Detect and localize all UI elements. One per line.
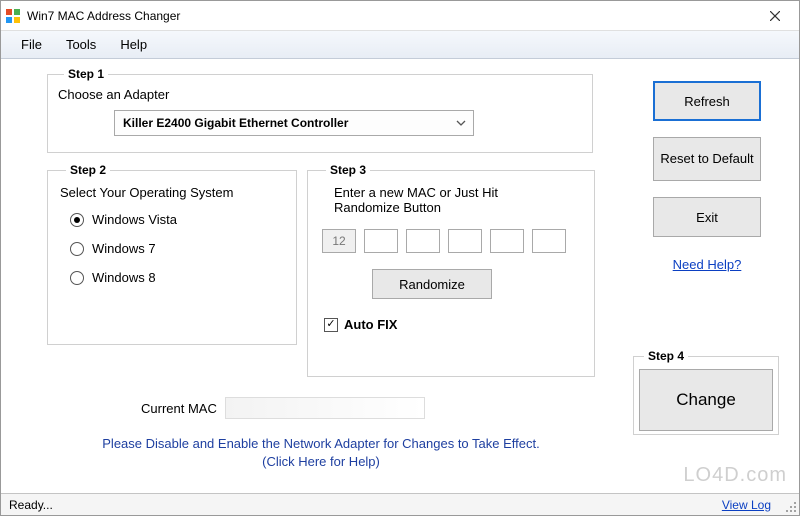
exit-button[interactable]: Exit [653,197,761,237]
radio-vista[interactable]: Windows Vista [70,212,284,227]
side-buttons: Refresh Reset to Default Exit Need Help? [653,81,761,272]
radio-win7[interactable]: Windows 7 [70,241,284,256]
step1-group: Step 1 Choose an Adapter Killer E2400 Gi… [47,67,593,153]
step1-label: Choose an Adapter [58,87,582,102]
current-mac-label: Current MAC [141,401,217,416]
mac-octet-6[interactable] [532,229,566,253]
mac-octet-4[interactable] [448,229,482,253]
mac-octet-1[interactable]: 12 [322,229,356,253]
app-icon [5,8,21,24]
titlebar: Win7 MAC Address Changer [1,1,799,31]
hint-text[interactable]: Please Disable and Enable the Network Ad… [41,435,601,471]
randomize-button[interactable]: Randomize [372,269,492,299]
watermark: LO4D.com [683,464,787,487]
client-area: Step 1 Choose an Adapter Killer E2400 Gi… [1,59,799,515]
step4-legend: Step 4 [644,349,688,363]
mac-octet-2[interactable] [364,229,398,253]
change-button[interactable]: Change [639,369,773,431]
chevron-down-icon [455,117,467,129]
autofix-checkbox[interactable]: ✓ Auto FIX [324,317,582,332]
radio-win8-label: Windows 8 [92,270,156,285]
close-button[interactable] [755,2,795,30]
current-mac-row: Current MAC [141,397,425,419]
step3-label: Enter a new MAC or Just Hit Randomize Bu… [334,185,564,215]
adapter-selected-value: Killer E2400 Gigabit Ethernet Controller [123,116,348,130]
reset-button[interactable]: Reset to Default [653,137,761,181]
radio-icon [70,271,84,285]
step2-group: Step 2 Select Your Operating System Wind… [47,163,297,345]
resize-grip-icon[interactable] [783,499,797,513]
app-window: Win7 MAC Address Changer File Tools Help… [0,0,800,516]
step1-legend: Step 1 [64,67,108,81]
refresh-button[interactable]: Refresh [653,81,761,121]
step2-legend: Step 2 [66,163,110,177]
hint-line2: (Click Here for Help) [41,453,601,471]
step4-group: Step 4 Change [633,349,779,435]
menu-help[interactable]: Help [108,33,159,56]
radio-icon [70,242,84,256]
step2-label: Select Your Operating System [60,185,284,200]
statusbar: Ready... View Log [1,493,799,515]
menubar: File Tools Help [1,31,799,59]
adapter-select[interactable]: Killer E2400 Gigabit Ethernet Controller [114,110,474,136]
status-text: Ready... [9,498,53,512]
radio-win7-label: Windows 7 [92,241,156,256]
current-mac-value [225,397,425,419]
hint-line1: Please Disable and Enable the Network Ad… [41,435,601,453]
step3-group: Step 3 Enter a new MAC or Just Hit Rando… [307,163,595,377]
radio-icon [70,213,84,227]
menu-tools[interactable]: Tools [54,33,108,56]
menu-file[interactable]: File [9,33,54,56]
radio-win8[interactable]: Windows 8 [70,270,284,285]
need-help-link[interactable]: Need Help? [653,257,761,272]
checkbox-icon: ✓ [324,318,338,332]
mac-octet-3[interactable] [406,229,440,253]
window-title: Win7 MAC Address Changer [27,9,180,23]
step3-legend: Step 3 [326,163,370,177]
mac-octet-5[interactable] [490,229,524,253]
autofix-label: Auto FIX [344,317,397,332]
view-log-link[interactable]: View Log [722,498,771,512]
radio-vista-label: Windows Vista [92,212,177,227]
